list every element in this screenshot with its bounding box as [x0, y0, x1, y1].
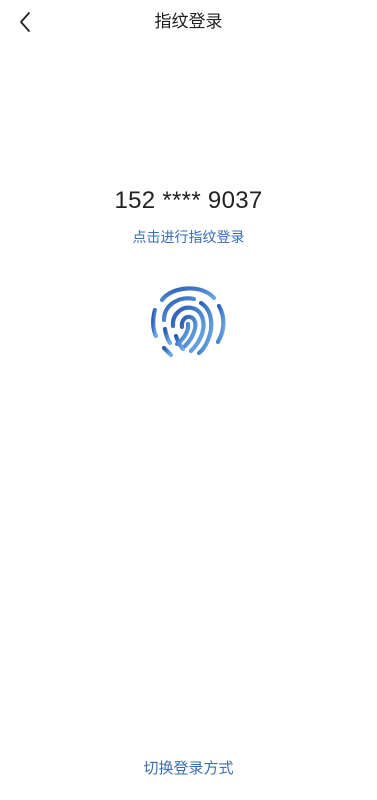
top-bar: 指纹登录 [0, 0, 377, 44]
switch-login-method-link[interactable]: 切换登录方式 [0, 758, 377, 778]
fingerprint-login-button[interactable] [144, 280, 230, 360]
masked-phone-number: 152 **** 9037 [114, 187, 263, 214]
page-title: 指纹登录 [154, 12, 223, 32]
fingerprint-icon [151, 286, 226, 358]
fingerprint-login-hint[interactable]: 点击进行指纹登录 [0, 228, 377, 248]
